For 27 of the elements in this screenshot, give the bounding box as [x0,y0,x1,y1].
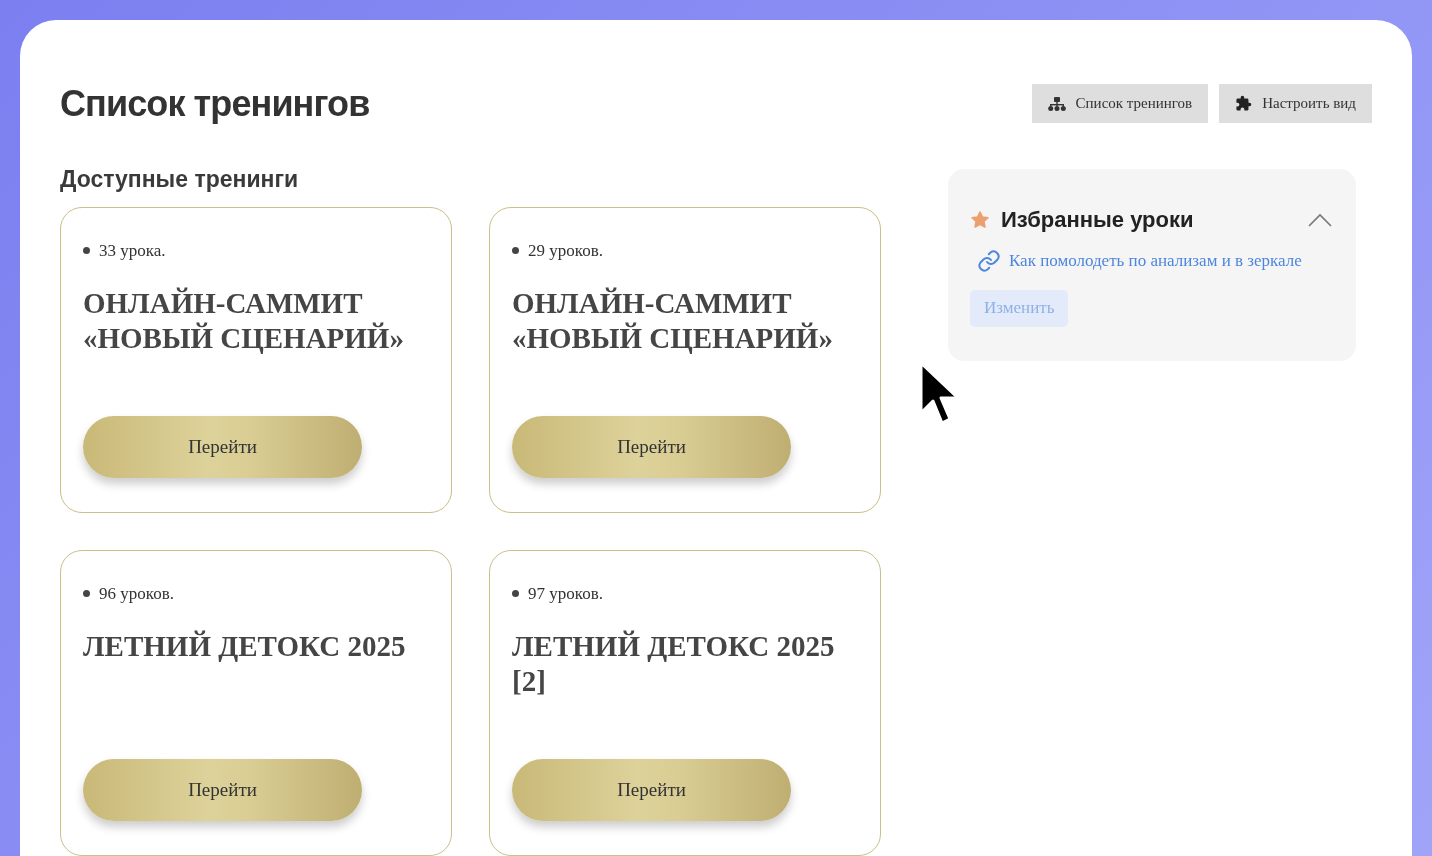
chevron-up-icon [1308,212,1332,227]
toolbar-button[interactable]: Настроить вид [1219,84,1372,123]
go-button[interactable]: Перейти [83,416,362,478]
page-title: Список тренингов [60,86,371,122]
bullet-icon [512,247,519,255]
lesson-count: 33 урока. [99,240,166,262]
training-title: ОНЛАЙН-САММИТ «НОВЫЙ СЦЕНАРИЙ» [83,285,405,356]
go-button[interactable]: Перейти [83,759,362,821]
training-title: ЛЕТНИЙ ДЕТОКС 2025 [2] [512,628,836,699]
star-icon [970,209,990,230]
training-title: ОНЛАЙН-САММИТ «НОВЫЙ СЦЕНАРИЙ» [512,285,834,356]
bullet-icon [83,247,90,255]
hierarchy-icon [1047,96,1066,111]
collapse-toggle[interactable] [1308,212,1332,227]
lesson-count: 29 уроков. [528,240,603,262]
link-icon [977,248,1001,273]
section-title: Доступные тренинги [60,168,300,191]
toolbar-button[interactable]: Список тренингов [1031,84,1209,123]
puzzle-icon [1235,95,1253,112]
training-title: ЛЕТНИЙ ДЕТОКС 2025 [83,628,407,664]
go-button[interactable]: Перейти [512,759,791,821]
lesson-count: 96 уроков. [99,583,174,605]
go-button[interactable]: Перейти [512,416,791,478]
bullet-icon [83,590,90,598]
lesson-count: 97 уроков. [528,583,603,605]
favorites-title: Избранные уроки [1001,206,1194,234]
bullet-icon [512,590,519,598]
